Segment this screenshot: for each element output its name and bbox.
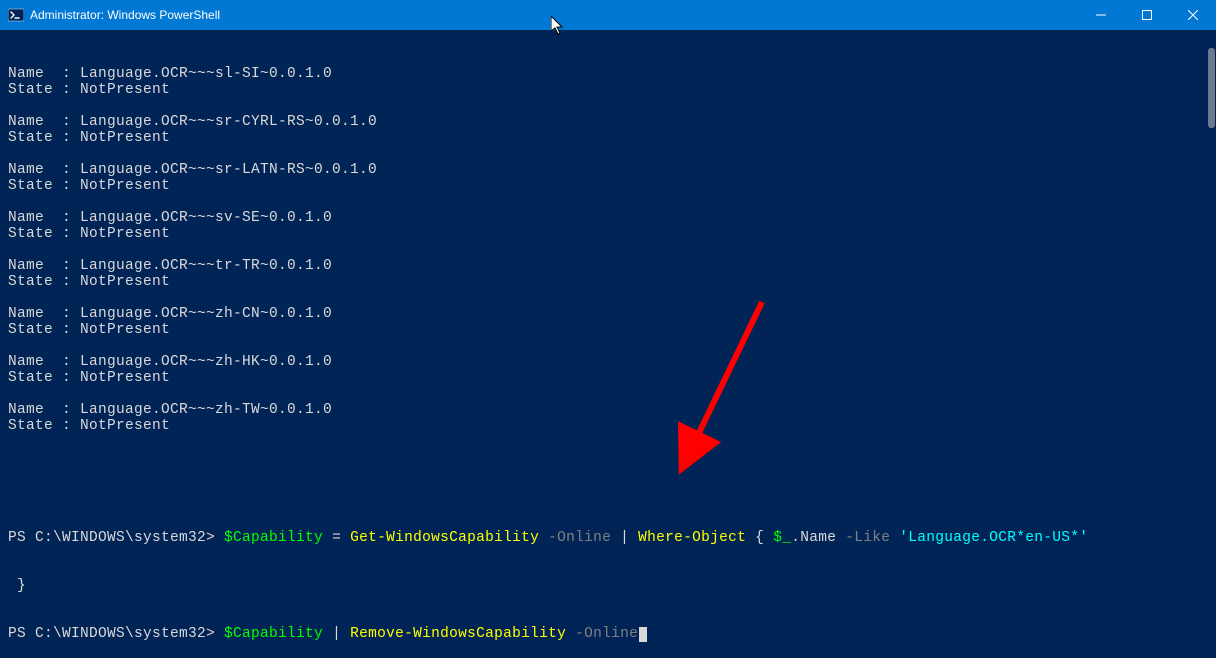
prompt-line-1-continuation: } xyxy=(8,578,1208,594)
entry-state-line: State : NotPresent xyxy=(8,322,1208,338)
minimize-button[interactable] xyxy=(1078,0,1124,30)
prompt-path: PS C:\WINDOWS\system32> xyxy=(8,530,224,546)
entry-state-line: State : NotPresent xyxy=(8,226,1208,242)
entry-state-line: State : NotPresent xyxy=(8,82,1208,98)
scrollbar[interactable] xyxy=(1206,30,1216,518)
capability-entry: Name : Language.OCR~~~sr-CYRL-RS~0.0.1.0… xyxy=(8,114,1208,146)
terminal-output[interactable]: Name : Language.OCR~~~sl-SI~0.0.1.0State… xyxy=(0,30,1216,518)
string-token: 'Language.OCR*en-US*' xyxy=(899,530,1088,546)
blank-line xyxy=(8,482,1208,498)
variable-token: $Capability xyxy=(224,626,323,642)
scrollbar-thumb[interactable] xyxy=(1208,48,1215,128)
capability-entry: Name : Language.OCR~~~zh-CN~0.0.1.0State… xyxy=(8,306,1208,338)
entry-name-line: Name : Language.OCR~~~sl-SI~0.0.1.0 xyxy=(8,66,1208,82)
param-token: -Online xyxy=(539,530,611,546)
prompt-path: PS C:\WINDOWS\system32> xyxy=(8,626,224,642)
entry-state-line: State : NotPresent xyxy=(8,130,1208,146)
maximize-button[interactable] xyxy=(1124,0,1170,30)
entry-name-line: Name : Language.OCR~~~zh-HK~0.0.1.0 xyxy=(8,354,1208,370)
entry-state-line: State : NotPresent xyxy=(8,178,1208,194)
capability-entry: Name : Language.OCR~~~tr-TR~0.0.1.0State… xyxy=(8,258,1208,290)
entry-state-line: State : NotPresent xyxy=(8,418,1208,434)
window-controls xyxy=(1078,0,1216,30)
capability-entry: Name : Language.OCR~~~sr-LATN-RS~0.0.1.0… xyxy=(8,162,1208,194)
powershell-icon xyxy=(8,7,24,23)
cmdlet-token: Where-Object xyxy=(638,530,746,546)
capability-entry: Name : Language.OCR~~~zh-HK~0.0.1.0State… xyxy=(8,354,1208,386)
close-button[interactable] xyxy=(1170,0,1216,30)
entry-state-line: State : NotPresent xyxy=(8,274,1208,290)
entry-name-line: Name : Language.OCR~~~sv-SE~0.0.1.0 xyxy=(8,210,1208,226)
capability-entry: Name : Language.OCR~~~zh-TW~0.0.1.0State… xyxy=(8,402,1208,434)
prompt-line-1: PS C:\WINDOWS\system32> $Capability = Ge… xyxy=(8,530,1208,546)
variable-token: $Capability xyxy=(224,530,323,546)
titlebar[interactable]: Administrator: Windows PowerShell xyxy=(0,0,1216,30)
capability-entry: Name : Language.OCR~~~sl-SI~0.0.1.0State… xyxy=(8,66,1208,98)
cmdlet-token: Remove-WindowsCapability xyxy=(350,626,566,642)
text-cursor xyxy=(639,627,647,642)
window-title: Administrator: Windows PowerShell xyxy=(30,8,220,22)
entry-state-line: State : NotPresent xyxy=(8,370,1208,386)
entry-name-line: Name : Language.OCR~~~sr-LATN-RS~0.0.1.0 xyxy=(8,162,1208,178)
entry-name-line: Name : Language.OCR~~~zh-TW~0.0.1.0 xyxy=(8,402,1208,418)
prompt-line-2: PS C:\WINDOWS\system32> $Capability | Re… xyxy=(8,626,1208,642)
capability-entry: Name : Language.OCR~~~sv-SE~0.0.1.0State… xyxy=(8,210,1208,242)
param-token: -Online xyxy=(566,626,638,642)
entry-name-line: Name : Language.OCR~~~sr-CYRL-RS~0.0.1.0 xyxy=(8,114,1208,130)
entry-name-line: Name : Language.OCR~~~zh-CN~0.0.1.0 xyxy=(8,306,1208,322)
entry-name-line: Name : Language.OCR~~~tr-TR~0.0.1.0 xyxy=(8,258,1208,274)
cmdlet-token: Get-WindowsCapability xyxy=(350,530,539,546)
